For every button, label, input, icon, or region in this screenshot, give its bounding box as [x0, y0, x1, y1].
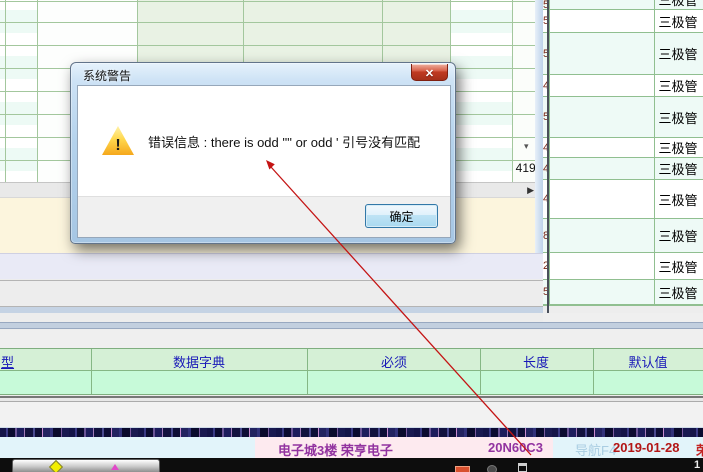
grid-line	[307, 349, 308, 370]
taskbar: 1	[0, 458, 703, 472]
status-edge-text: 荣	[696, 440, 703, 459]
category-table-row[interactable]: 4三极管	[543, 75, 703, 97]
grid-line	[480, 371, 481, 394]
row-category-label: 三极管	[653, 180, 703, 218]
status-bar: 电子城3楼 荣亨电子 20N60C3 导航F4 2019-01-28 荣	[0, 437, 703, 458]
row-category-label: 三极管	[653, 253, 703, 279]
noise-artifact-bar	[0, 427, 703, 437]
scroll-right-icon[interactable]: ▶	[527, 185, 534, 196]
category-table-row[interactable]: 4三极管	[543, 180, 703, 219]
status-panel	[0, 280, 543, 307]
grid-line	[91, 349, 92, 370]
ok-button[interactable]: 确定	[365, 204, 438, 228]
category-table-row[interactable]: 2三极管	[543, 253, 703, 280]
row-category-label: 三极管	[653, 158, 703, 179]
grid-line	[91, 371, 92, 394]
category-table-row[interactable]: 5三极管	[543, 33, 703, 75]
close-button[interactable]: ✕	[411, 64, 448, 81]
tray-circle-icon[interactable]	[487, 465, 497, 472]
row-empty-cell[interactable]	[549, 33, 655, 74]
category-table-row[interactable]: 4三极管	[543, 158, 703, 180]
category-table-row[interactable]: 8三极管	[543, 219, 703, 253]
category-table-row[interactable]: 5三极管	[543, 0, 703, 10]
category-table-row[interactable]: 5三极管	[543, 280, 703, 305]
dialog-footer: 确定	[78, 196, 450, 237]
screen: ▾ 419. ▶ 5三极管5三极管5三极管4三极管5三极管4三极管4三极管4三极…	[0, 0, 703, 472]
row-empty-cell[interactable]	[549, 75, 655, 96]
category-table-row[interactable]: 5三极管	[543, 10, 703, 33]
grid-line	[37, 0, 38, 182]
status-date: 2019-01-28	[613, 440, 680, 455]
dialog-title: 系统警告	[83, 67, 131, 84]
status-nav-hint: 导航F4	[575, 440, 616, 459]
grid-line	[5, 0, 6, 182]
row-empty-cell[interactable]	[549, 158, 655, 179]
column-header-type: 型	[1, 352, 14, 371]
row-empty-cell[interactable]	[549, 0, 655, 9]
field-table-header: 型 数据字典 必须 长度 默认值	[0, 349, 703, 371]
column-header-length: 长度	[523, 352, 549, 371]
toolbar-band	[0, 253, 543, 279]
exclamation-glyph: !	[102, 138, 134, 154]
category-table-row[interactable]: 4三极管	[543, 138, 703, 158]
grid-line	[480, 349, 481, 370]
triangle-icon	[111, 464, 119, 470]
row-empty-cell[interactable]	[549, 97, 655, 137]
tray-app-icon[interactable]	[455, 466, 470, 472]
lower-gray-band	[0, 402, 703, 427]
status-store-name: 电子城3楼 荣亨电子	[278, 440, 393, 459]
row-category-label: 三极管	[653, 10, 703, 32]
raised-divider	[0, 396, 703, 402]
system-warning-dialog: 系统警告 ✕ ! 错误信息 : there is odd '"' or odd …	[70, 62, 456, 244]
row-empty-cell[interactable]	[549, 10, 655, 32]
row-empty-cell[interactable]	[549, 219, 655, 252]
divider-band	[0, 322, 703, 329]
row-category-label: 三极管	[653, 219, 703, 252]
grid-line	[512, 0, 513, 182]
category-table-row[interactable]: 5三极管	[543, 97, 703, 138]
grid-line	[307, 371, 308, 394]
divider-band	[0, 307, 543, 313]
taskbar-badge: 1	[694, 459, 700, 471]
warning-icon: !	[102, 126, 134, 155]
row-category-label: 三极管	[653, 33, 703, 74]
category-table: 5三极管5三极管5三极管4三极管5三极管4三极管4三极管4三极管8三极管2三极管…	[543, 0, 703, 306]
grid-line	[593, 371, 594, 394]
error-message: 错误信息 : there is odd '"' or odd ' 引号没有匹配	[148, 132, 440, 151]
taskbar-app-button[interactable]	[12, 459, 160, 472]
row-category-label: 三极管	[653, 0, 703, 4]
close-icon: ✕	[425, 68, 434, 80]
row-category-label: 三极管	[653, 97, 703, 137]
column-header-default: 默认值	[628, 352, 667, 371]
grid-cell-value[interactable]: 419.	[500, 161, 539, 175]
row-empty-cell[interactable]	[549, 280, 655, 304]
tray-window-icon[interactable]	[518, 463, 527, 472]
row-empty-cell[interactable]	[549, 253, 655, 279]
column-header-required: 必须	[381, 352, 407, 371]
column-header-dictionary: 数据字典	[173, 352, 225, 371]
row-category-label: 三极管	[653, 280, 703, 304]
dialog-body: ! 错误信息 : there is odd '"' or odd ' 引号没有匹…	[77, 85, 451, 238]
diamond-icon	[49, 460, 63, 472]
dropdown-arrow-icon[interactable]: ▾	[524, 141, 529, 152]
row-empty-cell[interactable]	[549, 180, 655, 218]
window-edge	[547, 0, 549, 313]
field-definition-table: 型 数据字典 必须 长度 默认值	[0, 348, 703, 395]
field-table-empty-row[interactable]	[0, 371, 703, 394]
grid-line	[593, 349, 594, 370]
status-part-code: 20N60C3	[488, 440, 543, 455]
row-category-label: 三极管	[653, 75, 703, 96]
row-empty-cell[interactable]	[549, 138, 655, 157]
row-category-label: 三极管	[653, 138, 703, 157]
